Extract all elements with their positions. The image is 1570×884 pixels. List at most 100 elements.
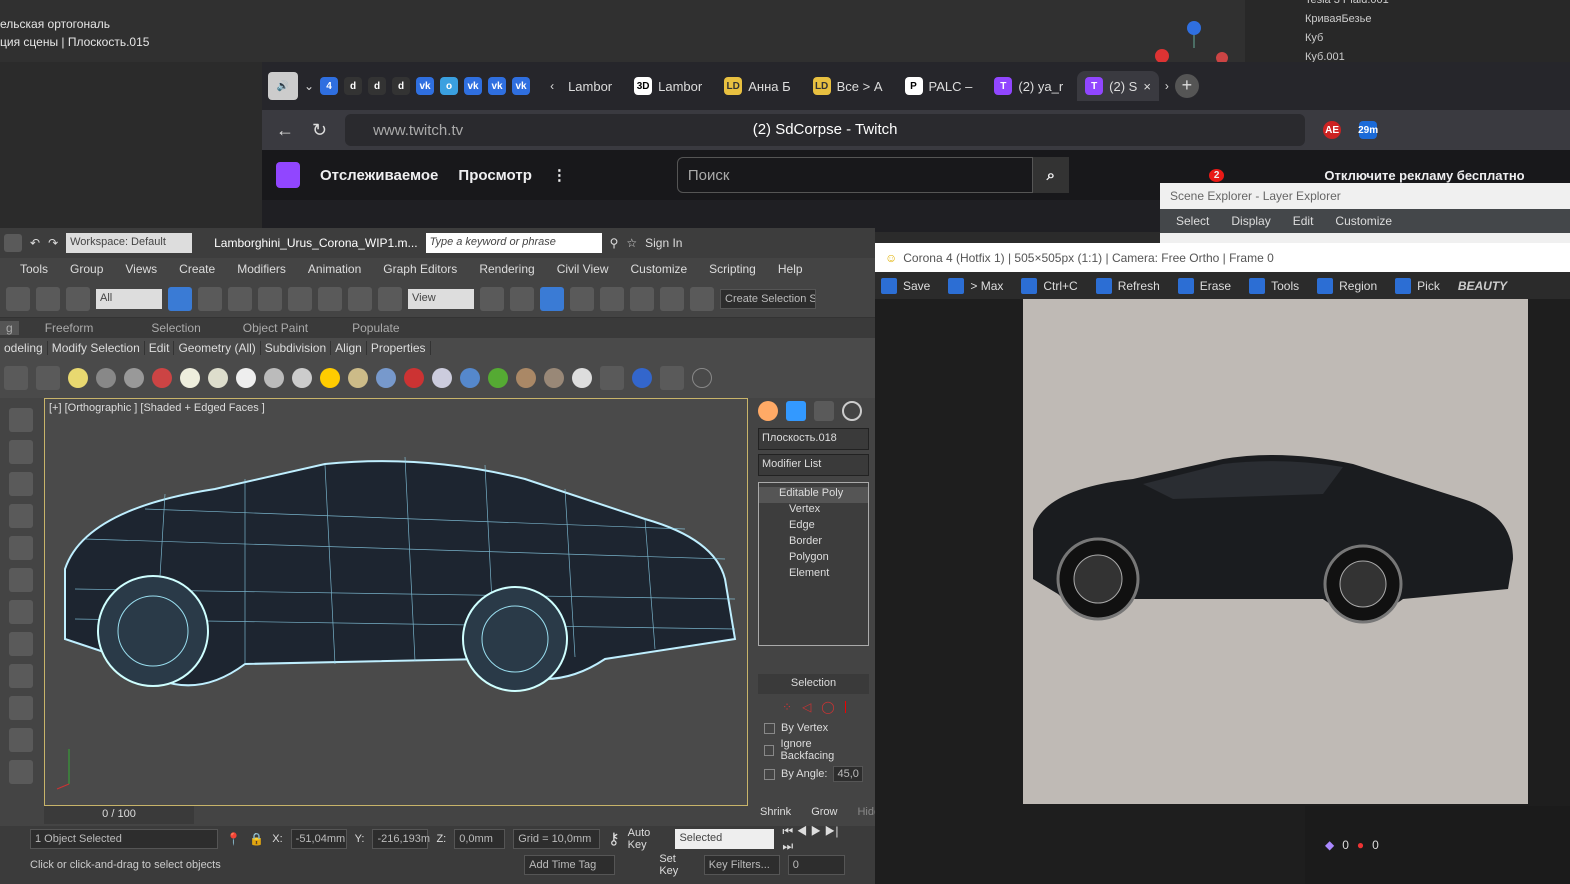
- current-frame-field[interactable]: 0: [787, 855, 845, 875]
- search-icon[interactable]: ⌕: [1032, 157, 1069, 193]
- pinned-tab[interactable]: vk: [416, 77, 435, 95]
- speaker-icon[interactable]: 🔊: [268, 72, 298, 100]
- key-icon[interactable]: ⚷: [608, 829, 620, 849]
- snap-icon[interactable]: [570, 286, 594, 311]
- vertex-mode-icon[interactable]: ⁘: [782, 700, 792, 714]
- menu-create[interactable]: Create: [168, 262, 226, 276]
- rect-selection-icon[interactable]: [228, 286, 252, 311]
- refresh-button[interactable]: Refresh: [1095, 277, 1172, 294]
- extension-icon[interactable]: 29m: [1358, 121, 1378, 139]
- ribbon-panel[interactable]: Subdivision: [261, 341, 332, 355]
- ribbon-tab[interactable]: Populate: [352, 321, 427, 335]
- scatter-icon[interactable]: [376, 368, 396, 388]
- tool-icon[interactable]: [9, 664, 33, 688]
- tool-icon[interactable]: [9, 568, 33, 592]
- tab[interactable]: LD Анна Б: [716, 71, 798, 101]
- percent-snap-icon[interactable]: [630, 286, 654, 311]
- modify-tab-icon[interactable]: [786, 401, 806, 421]
- undo-icon[interactable]: ↶: [30, 236, 40, 250]
- pivot-icon[interactable]: [480, 286, 504, 311]
- extension-icon[interactable]: AE: [1323, 121, 1342, 139]
- ribbon-tab[interactable]: g: [0, 321, 19, 335]
- tools-button[interactable]: Tools: [1249, 277, 1311, 294]
- scale-icon[interactable]: [348, 286, 372, 311]
- menu-rendering[interactable]: Rendering: [468, 262, 545, 276]
- hierarchy-tab-icon[interactable]: [814, 401, 834, 421]
- x-coordinate[interactable]: -51,04mm: [290, 829, 347, 849]
- angle-snap-icon[interactable]: [600, 286, 624, 311]
- unlink-icon[interactable]: [36, 286, 60, 311]
- nav-following[interactable]: Отслеживаемое: [320, 167, 438, 184]
- ribbon-panel[interactable]: Modify Selection: [48, 341, 145, 355]
- playback-controls[interactable]: ⏮ ◀ ▶ ▶| ⏭: [782, 824, 845, 854]
- tool-icon[interactable]: [9, 696, 33, 720]
- ribbon-panel[interactable]: odeling: [0, 341, 48, 355]
- tool-icon[interactable]: [9, 504, 33, 528]
- pinned-tab[interactable]: vk: [512, 77, 531, 95]
- tab[interactable]: LD Все > A: [805, 71, 891, 101]
- lock-icon[interactable]: 🔒: [249, 832, 264, 846]
- by-vertex-checkbox[interactable]: [764, 722, 775, 734]
- edge-mode-icon[interactable]: ◁: [802, 700, 811, 714]
- binoculars-icon[interactable]: ⚲: [610, 236, 619, 250]
- tab[interactable]: 3D Lambor: [626, 71, 710, 101]
- search-input[interactable]: Type a keyword or phrase: [425, 233, 602, 253]
- window-crossing-icon[interactable]: [258, 286, 282, 311]
- pinned-tab[interactable]: 4: [320, 77, 339, 95]
- tool-icon[interactable]: [9, 536, 33, 560]
- bind-spacewarp-icon[interactable]: [66, 286, 90, 311]
- ribbon-panel[interactable]: Geometry (All): [174, 341, 261, 355]
- move-icon[interactable]: [288, 286, 312, 311]
- stack-vertex[interactable]: Vertex: [759, 503, 868, 519]
- pick-button[interactable]: Pick: [1395, 277, 1452, 294]
- place-icon[interactable]: [378, 286, 402, 311]
- menu-views[interactable]: Views: [114, 262, 168, 276]
- converter-icon[interactable]: [600, 366, 624, 390]
- motion-tab-icon[interactable]: [842, 401, 862, 421]
- ox-icon[interactable]: [544, 368, 564, 388]
- chevron-right-icon[interactable]: ›: [1165, 79, 1169, 93]
- create-tab-icon[interactable]: [758, 401, 778, 421]
- edit-named-selection-icon[interactable]: [690, 286, 714, 311]
- grass-icon[interactable]: [488, 368, 508, 388]
- new-tab-button[interactable]: +: [1174, 74, 1199, 98]
- tool-icon[interactable]: [9, 760, 33, 784]
- reference-coord-dropdown[interactable]: View: [408, 288, 474, 309]
- sphere-light-icon[interactable]: [236, 368, 256, 388]
- shrink-button[interactable]: Shrink: [760, 806, 791, 818]
- ribbon-tab[interactable]: Freeform: [45, 321, 152, 335]
- region-button[interactable]: Region: [1317, 277, 1389, 294]
- select-by-name-icon[interactable]: [198, 286, 222, 311]
- help-icon[interactable]: [692, 368, 712, 388]
- ribbon-panel[interactable]: Edit: [145, 341, 175, 355]
- reload-icon[interactable]: ↻: [312, 120, 327, 141]
- tool-icon[interactable]: [9, 440, 33, 464]
- add-time-tag[interactable]: Add Time Tag: [524, 855, 616, 875]
- ribbon-tab[interactable]: Selection: [151, 321, 242, 335]
- layer-icon[interactable]: [4, 366, 28, 390]
- angle-field[interactable]: 45,0: [833, 766, 863, 782]
- chevron-left-icon[interactable]: ‹: [550, 79, 554, 93]
- tab-active[interactable]: T (2) S ×: [1077, 71, 1159, 101]
- ignore-backfacing-checkbox[interactable]: [764, 744, 775, 756]
- render-pass-dropdown[interactable]: BEAUTY: [1458, 279, 1507, 293]
- z-coordinate[interactable]: 0,0mm: [454, 829, 506, 849]
- by-angle-checkbox[interactable]: [764, 768, 775, 780]
- tool-icon[interactable]: [9, 600, 33, 624]
- modifier-list-dropdown[interactable]: Modifier List: [758, 454, 869, 476]
- back-icon[interactable]: ←: [276, 120, 294, 141]
- tab[interactable]: Lambor: [560, 71, 620, 101]
- outliner-item[interactable]: КриваяБезье: [1245, 13, 1570, 32]
- stack-polygon[interactable]: Polygon: [759, 551, 868, 567]
- material-icon[interactable]: [572, 368, 592, 388]
- more-icon[interactable]: ⋮: [552, 166, 567, 184]
- pinned-tab[interactable]: o: [440, 77, 459, 95]
- nav-browse[interactable]: Просмотр: [458, 167, 531, 184]
- teapot-icon[interactable]: [264, 368, 284, 388]
- menu-edit[interactable]: Edit: [1293, 214, 1314, 228]
- pinned-tab[interactable]: vk: [464, 77, 483, 95]
- camera-icon[interactable]: [96, 368, 116, 388]
- ad-free-link[interactable]: Отключите рекламу бесплатно: [1324, 168, 1524, 183]
- ribbon-panel[interactable]: Properties: [367, 341, 431, 355]
- chevron-down-icon[interactable]: ⌄: [304, 79, 314, 93]
